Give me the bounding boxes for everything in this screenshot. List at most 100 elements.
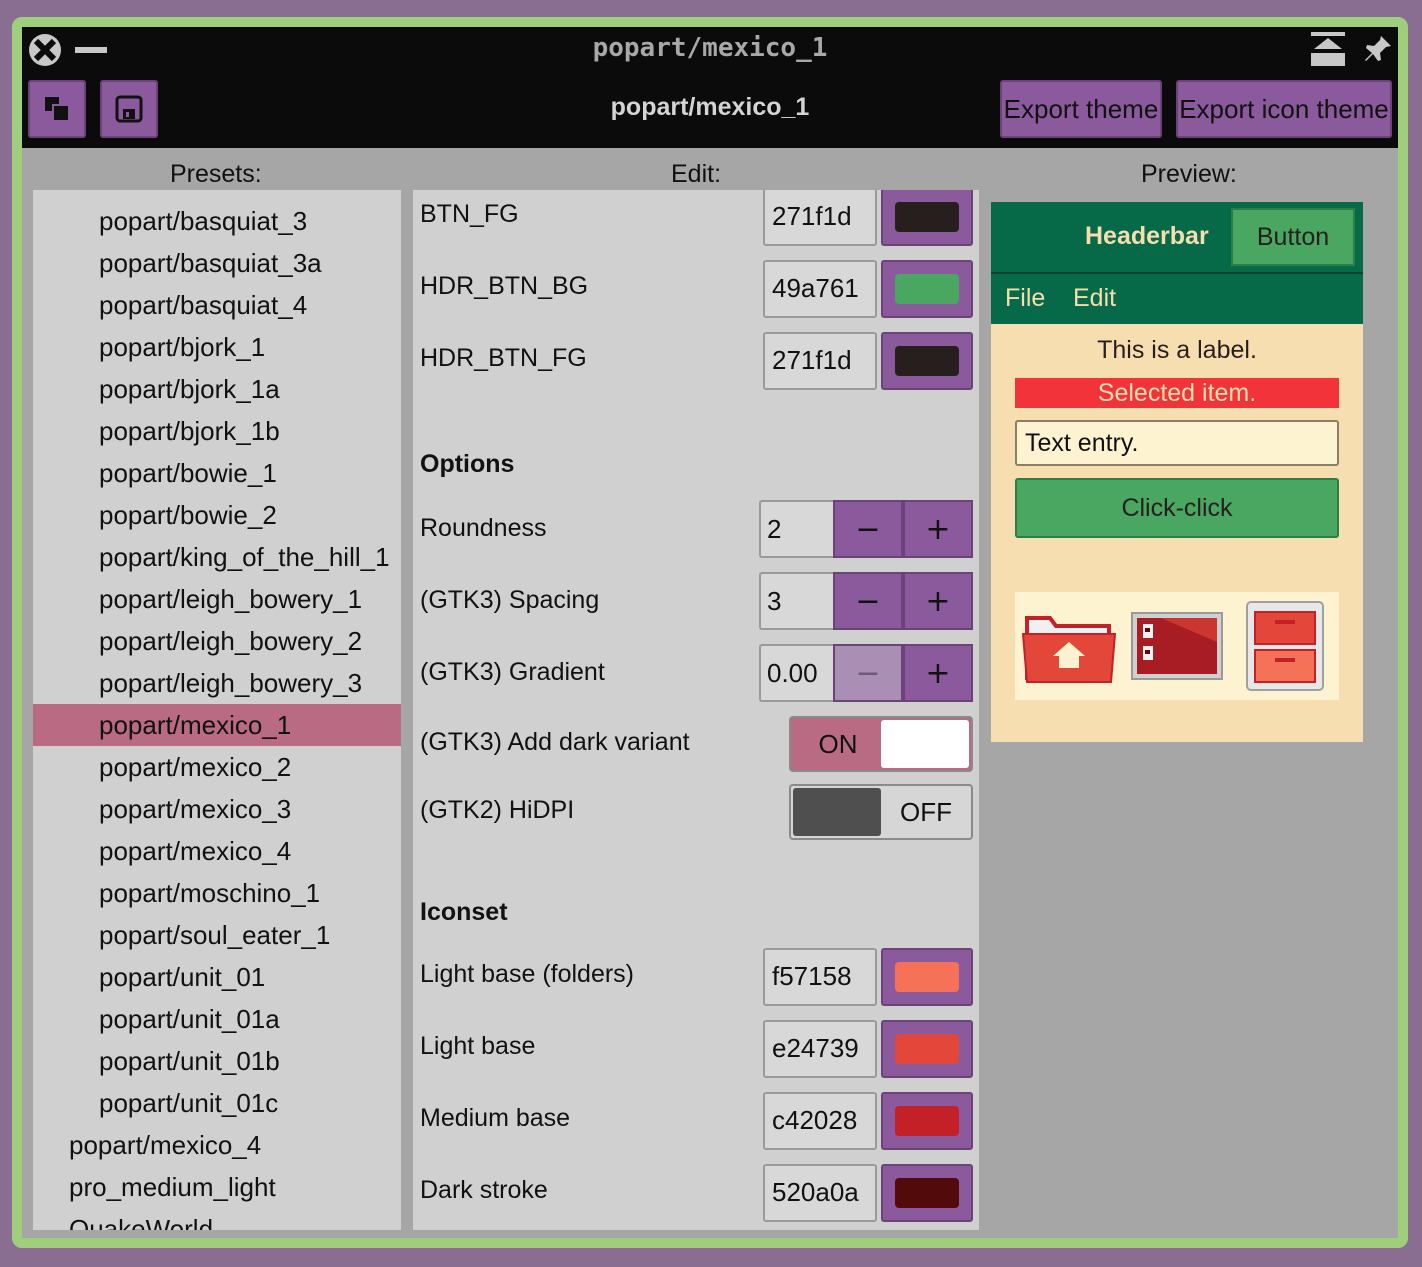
preset-item[interactable]: popart/moschino_1 [33,872,401,914]
color-picker-button[interactable] [881,948,973,1006]
color-hex-input[interactable]: 49a761 [763,260,877,318]
preview-headerbar: Headerbar Button [991,202,1363,274]
color-hex-input[interactable]: 271f1d [763,332,877,390]
preset-item[interactable]: popart/bjork_1 [33,326,401,368]
color-label: Light base (folders) [420,960,635,988]
preset-item[interactable]: popart/leigh_bowery_2 [33,620,401,662]
app-window: popart/mexico_1 popart/mexico_1 Export t… [12,17,1408,1248]
preset-item[interactable]: popart/unit_01a [33,998,401,1040]
preset-item[interactable]: popart/basquiat_4 [33,284,401,326]
dark-variant-state: ON [818,729,858,759]
roundness-increment-button[interactable]: + [903,500,973,558]
preset-item[interactable]: popart/bowie_1 [33,452,401,494]
color-picker-button[interactable] [881,1020,973,1078]
preset-item[interactable]: popart/leigh_bowery_3 [33,662,401,704]
preset-item[interactable]: popart/bjork_1a [33,368,401,410]
preview-menubar: File Edit [991,274,1363,324]
preview-text-entry[interactable]: Text entry. [1015,420,1339,466]
preset-item[interactable]: QuakeWorld [33,1208,401,1230]
preset-item[interactable]: popart/soul_eater_1 [33,914,401,956]
color-label: Medium base [420,1104,571,1132]
color-swatch [895,346,959,376]
preset-item[interactable]: popart/mexico_2 [33,746,401,788]
spacing-decrement-button[interactable]: − [833,572,903,630]
file-cabinet-icon [1246,601,1324,691]
gradient-input[interactable]: 0.00 [759,644,833,702]
window-title: popart/mexico_1 [592,33,828,63]
color-hex-input[interactable]: 520a0a [763,1164,877,1222]
spacing-input[interactable]: 3 [759,572,833,630]
preset-item[interactable]: pro_medium_light [33,1166,401,1208]
dark-variant-label: (GTK3) Add dark variant [420,728,690,756]
color-swatch [895,202,959,232]
presets-list[interactable]: popart/basquiat_3 popart/basquiat_3a popar… [33,190,401,1230]
preset-item[interactable]: popart/leigh_bowery_1 [33,578,401,620]
preset-item[interactable]: popart/unit_01 [33,956,401,998]
preset-item[interactable]: popart/bowie_2 [33,494,401,536]
preset-item[interactable]: popart/mexico_4 [33,1124,401,1166]
roundness-input[interactable]: 2 [759,500,833,558]
dark-variant-switch[interactable]: ON [789,716,973,772]
preset-item[interactable]: popart/king_of_the_hill_1 [33,536,401,578]
preset-item[interactable]: popart/unit_01c [33,1082,401,1124]
preview-click-button[interactable]: Click-click [1015,478,1339,538]
roundness-label: Roundness [420,514,547,542]
title-bar: popart/mexico_1 [22,27,1398,75]
color-picker-button[interactable] [881,1164,973,1222]
theme-preview: Headerbar Button File Edit This is a lab… [991,202,1363,742]
pin-icon[interactable] [1362,33,1394,65]
preview-menu-file[interactable]: File [1005,284,1045,313]
preset-item[interactable]: popart/unit_01b [33,1040,401,1082]
color-swatch [895,1178,959,1208]
color-picker-button[interactable] [881,260,973,318]
file-manager-icon [1131,612,1223,680]
spacing-increment-button[interactable]: + [903,572,973,630]
preview-headerbar-title: Headerbar [1085,222,1209,250]
color-hex-input[interactable]: e24739 [763,1020,877,1078]
hidpi-label: (GTK2) HiDPI [420,796,575,824]
color-hex-input[interactable]: 271f1d [763,190,877,246]
color-label: Light base [420,1032,536,1060]
export-icon-theme-button[interactable]: Export icon theme [1176,80,1392,138]
header-bar: popart/mexico_1 Export theme Export icon… [22,75,1398,148]
gradient-decrement-button[interactable]: − [833,644,903,702]
color-hex-input[interactable]: c42028 [763,1092,877,1150]
maximize-icon[interactable] [1308,29,1348,69]
edit-panel: BTN_FG 271f1d HDR_BTN_BG 49a761 HDR_BTN_FG 27… [413,190,979,1230]
color-hex-input[interactable]: f57158 [763,948,877,1006]
preview-label: Preview: [1141,160,1237,188]
preset-item[interactable]: popart/basquiat_3 [33,200,401,242]
home-folder-icon [1021,616,1117,683]
color-label: BTN_FG [420,200,519,228]
presets-label: Presets: [170,160,262,188]
color-swatch [895,1034,959,1064]
preview-menu-edit[interactable]: Edit [1073,284,1116,313]
edit-label: Edit: [671,160,722,188]
color-label: HDR_BTN_BG [420,272,589,300]
color-picker-button[interactable] [881,332,973,390]
roundness-decrement-button[interactable]: − [833,500,903,558]
preset-item[interactable]: popart/mexico_4 [33,830,401,872]
export-theme-button[interactable]: Export theme [1000,80,1162,138]
gradient-increment-button[interactable]: + [903,644,973,702]
preview-selected-item[interactable]: Selected item. [1015,378,1339,408]
color-label: HDR_BTN_FG [420,344,587,372]
gradient-label: (GTK3) Gradient [420,658,605,686]
color-picker-button[interactable] [881,190,973,246]
switch-knob [881,720,969,768]
options-heading: Options [420,450,515,478]
preview-icons [1015,592,1339,700]
hidpi-switch[interactable]: OFF [789,784,973,840]
preset-item[interactable]: popart/basquiat_3a [33,242,401,284]
preset-item[interactable]: popart/bjork_1b [33,410,401,452]
color-swatch [895,274,959,304]
spacing-label: (GTK3) Spacing [420,586,600,614]
iconset-heading: Iconset [420,898,508,926]
color-swatch [895,962,959,992]
color-swatch [895,1106,959,1136]
color-label: Dark stroke [420,1176,548,1204]
preset-item-selected[interactable]: popart/mexico_1 [33,704,401,746]
preset-item[interactable]: popart/mexico_3 [33,788,401,830]
color-picker-button[interactable] [881,1092,973,1150]
preview-header-button[interactable]: Button [1231,208,1355,266]
